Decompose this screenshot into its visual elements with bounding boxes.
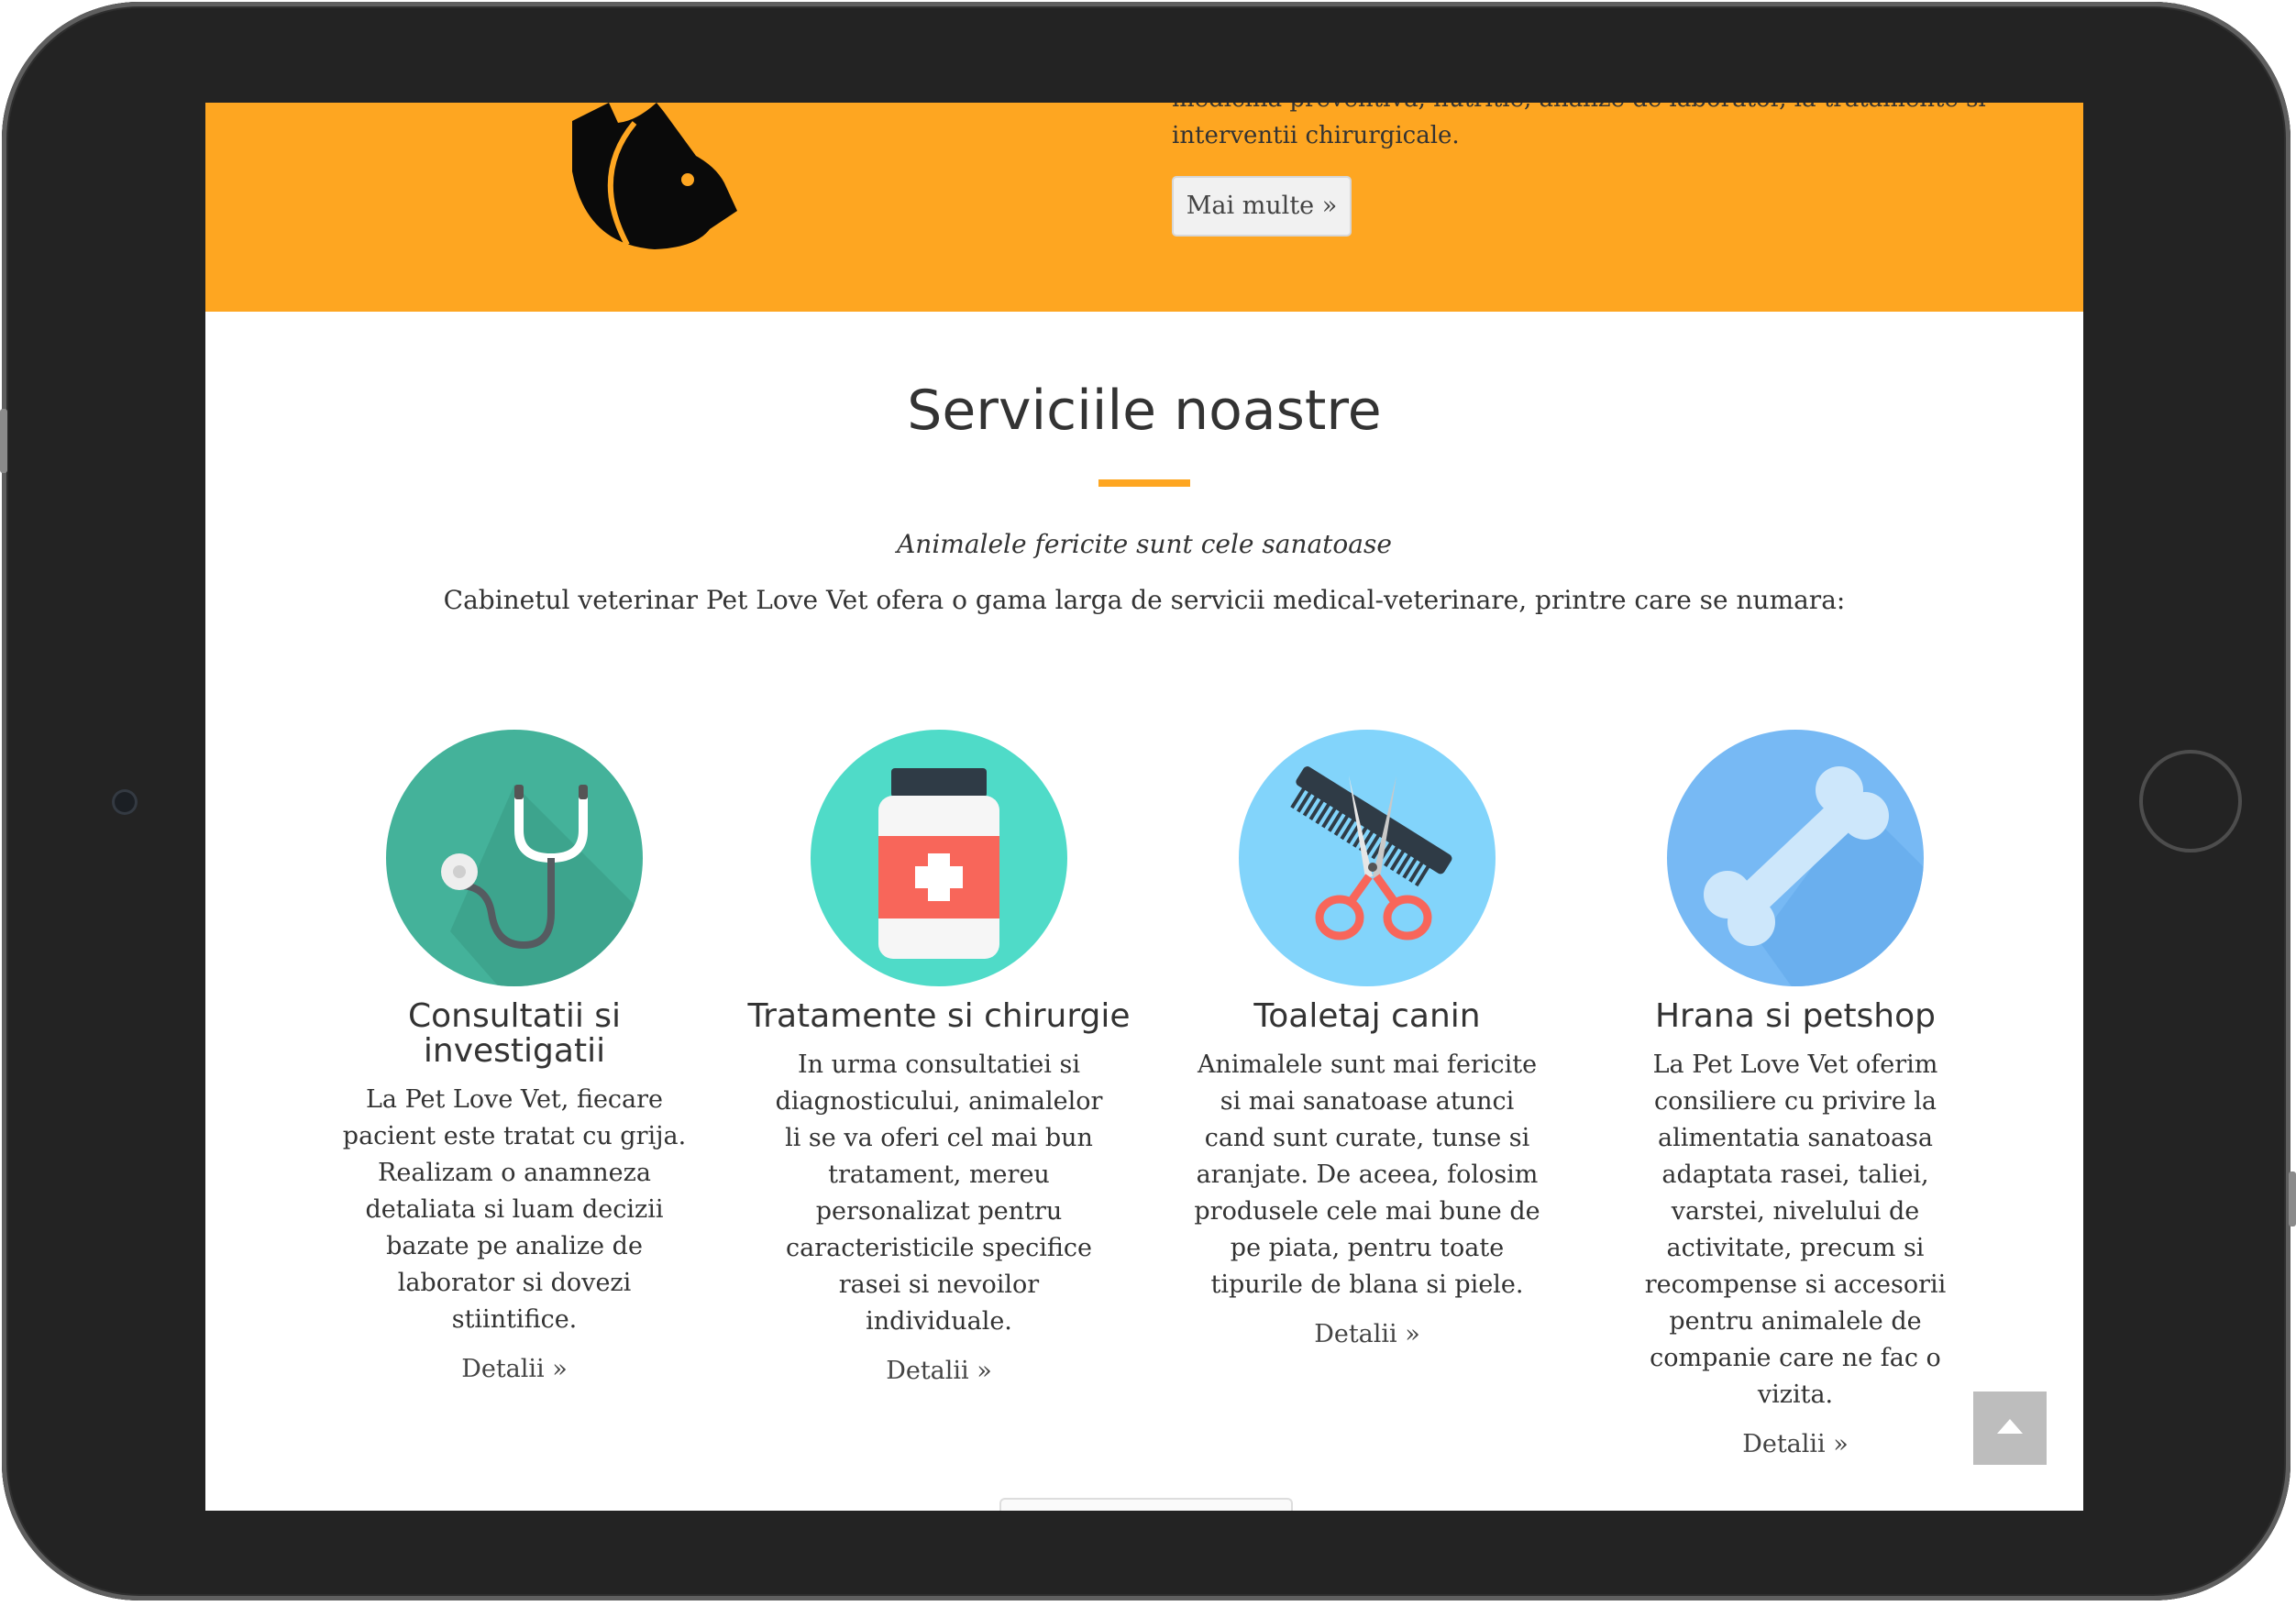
- service-title: Consultatii si investigatii: [407, 997, 622, 1070]
- service-title: Hrana si petshop: [1654, 997, 1937, 1035]
- service-title: Tratamente si chirurgie: [747, 997, 1131, 1035]
- service-description: In urma consultatiei si diagnosticului, …: [775, 1050, 1103, 1336]
- service-card-tratamente: Tratamente si chirurgie In urma consulta…: [746, 730, 1131, 1385]
- hero-banner: medicina preventiva, nutritie, analize d…: [205, 103, 2083, 312]
- tablet-device: medicina preventiva, nutritie, analize d…: [0, 0, 2296, 1606]
- section-tagline: Animalele fericite sunt cele sanatoase: [897, 529, 1392, 559]
- service-card-consultatii: Consultatii si investigatii La Pet Love …: [322, 730, 707, 1383]
- section-intro: Cabinetul veterinar Pet Love Vet ofera o…: [443, 585, 1846, 615]
- scroll-to-top-button[interactable]: [1973, 1392, 2047, 1465]
- volume-button: [0, 409, 7, 473]
- chevron-up-icon: [1997, 1419, 2023, 1434]
- details-link[interactable]: Detalii »: [746, 1357, 1131, 1385]
- partially-visible-button[interactable]: [999, 1498, 1293, 1511]
- hero-text-line-2: interventii chirurgicale.: [1172, 122, 1460, 149]
- title-divider: [1098, 479, 1190, 487]
- comb-scissors-icon: [1239, 730, 1496, 986]
- service-card-toaletaj: Toaletaj canin Animalele sunt mai ferici…: [1175, 730, 1560, 1348]
- service-description: La Pet Love Vet, fiecare pacient este tr…: [342, 1085, 687, 1334]
- medicine-bottle-icon: [811, 730, 1067, 986]
- service-description: Animalele sunt mai fericite si mai sanat…: [1194, 1050, 1540, 1299]
- home-button[interactable]: [2139, 750, 2242, 852]
- service-description: La Pet Love Vet oferim consiliere cu pri…: [1644, 1050, 1947, 1409]
- details-link[interactable]: Detalii »: [322, 1355, 707, 1383]
- hero-text: medicina preventiva, nutritie, analize d…: [1172, 103, 2034, 154]
- hero-text-line-1: medicina preventiva, nutritie, analize d…: [1172, 103, 2034, 117]
- front-camera-icon: [112, 789, 138, 815]
- cat-silhouette-icon: [572, 103, 737, 249]
- stethoscope-icon: [386, 730, 643, 986]
- power-button: [2289, 1172, 2296, 1226]
- more-button[interactable]: Mai multe »: [1172, 176, 1352, 236]
- service-title: Toaletaj canin: [1253, 997, 1481, 1035]
- section-title: Serviciile noastre: [907, 379, 1382, 443]
- details-link[interactable]: Detalii »: [1603, 1430, 1988, 1458]
- details-link[interactable]: Detalii »: [1175, 1320, 1560, 1348]
- bone-icon: [1667, 730, 1924, 986]
- webpage-screen: medicina preventiva, nutritie, analize d…: [205, 103, 2083, 1511]
- service-card-hrana: Hrana si petshop La Pet Love Vet oferim …: [1603, 730, 1988, 1458]
